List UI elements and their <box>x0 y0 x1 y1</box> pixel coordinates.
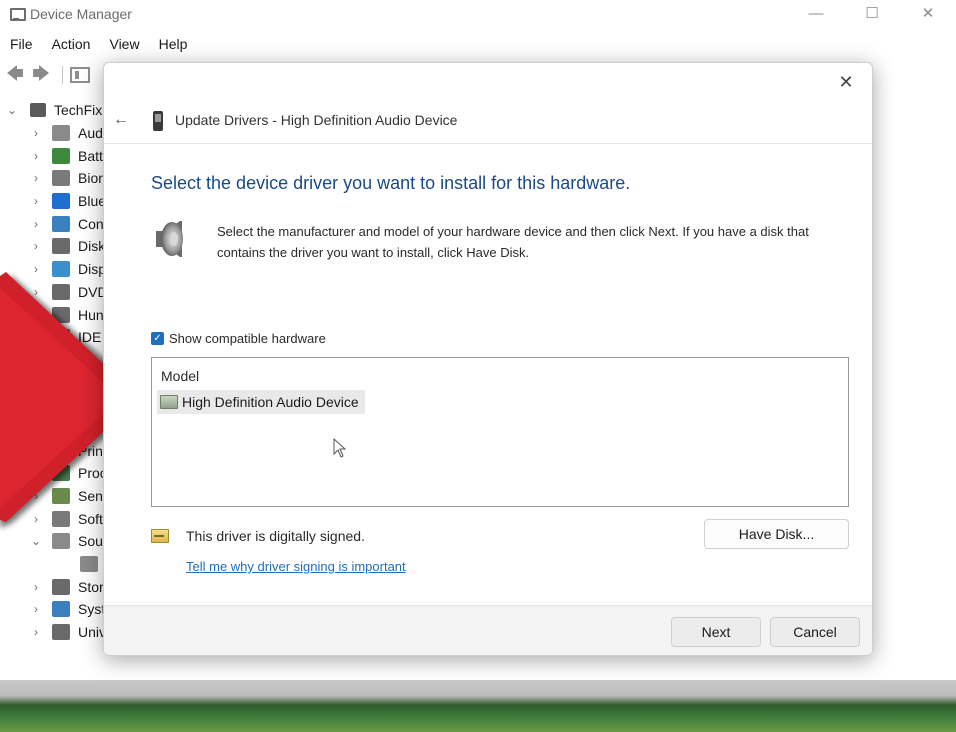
forward-arrow-icon[interactable]: 🡆 <box>30 64 52 85</box>
maximize-button[interactable]: ☐ <box>844 0 900 26</box>
speaker-icon <box>156 221 183 257</box>
tree-category-item[interactable]: › Blue <box>0 190 110 213</box>
driver-signed-status: This driver is digitally signed. <box>151 528 365 544</box>
tree-item-label: Syst <box>78 601 106 618</box>
back-button[interactable]: ← <box>110 109 132 131</box>
tree-item-label: Aud <box>78 125 103 142</box>
header-divider <box>104 143 872 144</box>
minimize-button[interactable]: — <box>788 0 844 26</box>
desktop-background <box>0 680 956 732</box>
chevron-right-icon[interactable]: › <box>30 171 42 185</box>
tree-item-label: Batt <box>78 147 103 164</box>
show-compatible-hardware-checkbox[interactable]: ✓ Show compatible hardware <box>151 331 326 346</box>
tree-category-item[interactable]: › Bion <box>0 167 110 190</box>
chevron-right-icon[interactable]: › <box>30 217 42 231</box>
mouse-cursor-icon <box>333 438 347 458</box>
dialog-footer: Next Cancel <box>104 605 872 655</box>
model-column-header: Model <box>161 368 200 384</box>
back-arrow-icon[interactable]: 🡄 <box>4 64 26 85</box>
window-title: Device Manager <box>30 6 132 22</box>
tree-category-item[interactable]: › Batt <box>0 144 110 167</box>
properties-icon <box>70 67 90 83</box>
tree-category-item[interactable]: ›Universal Serial Bus controllers <box>0 621 110 644</box>
dialog-heading: Select the device driver you want to ins… <box>151 173 631 193</box>
tree-category-item[interactable]: › Stor <box>0 575 110 598</box>
driver-signing-link[interactable]: Tell me why driver signing is important <box>186 559 406 574</box>
instructions-text: Select the manufacturer and model of you… <box>217 224 809 260</box>
tree-child-item[interactable] <box>0 553 110 576</box>
dialog-title: Update Drivers - High Definition Audio D… <box>175 112 458 128</box>
computer-icon <box>30 103 46 118</box>
device-manager-icon <box>8 6 26 22</box>
usb-icon <box>52 624 70 641</box>
menu-help[interactable]: Help <box>159 36 188 52</box>
dialog-close-button[interactable]: ✕ <box>834 71 858 93</box>
model-item-label: High Definition Audio Device <box>182 394 359 410</box>
chevron-right-icon[interactable]: › <box>30 149 42 163</box>
checkbox-checked-icon[interactable]: ✓ <box>151 332 164 345</box>
chevron-right-icon[interactable]: › <box>30 239 42 253</box>
biometric-icon <box>52 170 70 187</box>
tree-category-item[interactable]: › Con <box>0 212 110 235</box>
tree-item-label: Con <box>78 215 104 232</box>
tree-item-label: Stor <box>78 578 104 595</box>
model-list[interactable]: Model High Definition Audio Device <box>151 357 849 507</box>
chevron-down-icon[interactable]: ⌄ <box>6 103 18 117</box>
properties-button[interactable] <box>69 65 91 85</box>
tree-category-item[interactable]: › Aud <box>0 122 110 145</box>
model-item-selected[interactable]: High Definition Audio Device <box>157 390 365 414</box>
system-icon <box>52 601 70 618</box>
chevron-right-icon[interactable]: › <box>30 126 42 140</box>
toolbar-divider <box>62 66 63 84</box>
menu-action[interactable]: Action <box>52 36 91 52</box>
menu-file[interactable]: File <box>10 36 33 52</box>
dialog-header: ← Update Drivers - High Definition Audio… <box>104 105 872 145</box>
chevron-right-icon[interactable]: › <box>30 194 42 208</box>
close-window-button[interactable]: ✕ <box>900 0 956 26</box>
tree-item-label: Disk <box>78 238 106 255</box>
menu-view[interactable]: View <box>109 36 139 52</box>
tree-item-label: Blue <box>78 193 107 210</box>
menu-bar: File Action View Help <box>0 28 956 60</box>
title-bar: Device Manager — ☐ ✕ <box>0 0 956 28</box>
audio-card-icon <box>160 395 178 409</box>
window-controls: — ☐ ✕ <box>788 0 956 26</box>
signed-driver-icon <box>151 529 169 543</box>
speaker-icon <box>52 125 70 142</box>
show-compatible-label: Show compatible hardware <box>169 331 326 346</box>
bluetooth-icon <box>52 193 70 210</box>
tree-category-item[interactable]: › Syst <box>0 598 110 621</box>
update-drivers-dialog: ✕ ← Update Drivers - High Definition Aud… <box>103 62 873 656</box>
next-button[interactable]: Next <box>671 617 761 647</box>
tree-root-label: TechFix <box>54 102 103 119</box>
computer-icon <box>52 215 70 232</box>
storage-icon <box>52 578 70 595</box>
tree-category-item[interactable]: › Disk <box>0 235 110 258</box>
disk-icon <box>52 238 70 255</box>
chevron-right-icon[interactable]: › <box>30 602 42 616</box>
have-disk-button[interactable]: Have Disk... <box>704 519 849 549</box>
tree-root[interactable]: ⌄ TechFix <box>0 99 110 122</box>
audio-device-icon <box>153 111 163 131</box>
tree-item-label: Bion <box>78 170 107 187</box>
speaker-icon <box>80 556 98 573</box>
cancel-button[interactable]: Cancel <box>770 617 860 647</box>
chevron-right-icon[interactable]: › <box>30 625 42 639</box>
signed-text: This driver is digitally signed. <box>186 528 365 544</box>
chevron-right-icon[interactable]: › <box>30 580 42 594</box>
battery-icon <box>52 147 70 164</box>
